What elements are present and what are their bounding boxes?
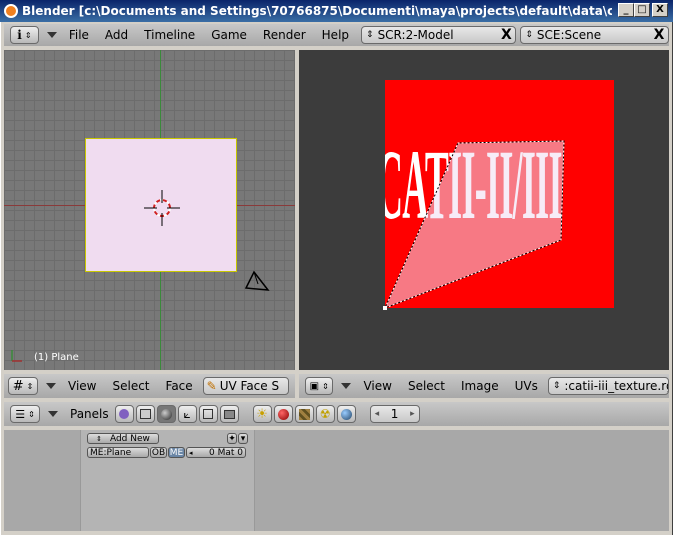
window-title-bar: Blender [c:\Documents and Settings\70766… [0, 0, 673, 22]
screen-name[interactable]: SCR:2-Model [378, 28, 498, 42]
uv-editor-header: ▣ ⇕ View Select Image UVs ⇕ :catii-iii_t… [299, 374, 669, 398]
menu-view[interactable]: View [60, 379, 104, 393]
blender-logo-icon [4, 4, 18, 18]
maximize-button[interactable]: □ [634, 3, 650, 17]
scene-name[interactable]: SCE:Scene [537, 28, 650, 42]
editing-context-icon[interactable] [198, 405, 218, 423]
3d-viewport[interactable]: (1) Plane [4, 50, 295, 370]
menu-help[interactable]: Help [314, 28, 357, 42]
texture-icon[interactable] [294, 405, 314, 423]
scene-selector[interactable]: ⇕ SCE:Scene X [520, 26, 669, 44]
world-icon[interactable] [336, 405, 356, 423]
uv-image-editor[interactable]: CATII-II/III [299, 50, 669, 370]
browse-dropdown-icon[interactable]: ▾ [238, 433, 248, 444]
collapse-menu-icon[interactable] [48, 411, 58, 417]
info-window-type-button[interactable]: i ⇕ [10, 26, 39, 44]
logic-context-icon[interactable] [114, 405, 134, 423]
updown-icon: ⇕ [96, 434, 102, 443]
object-context-icon[interactable]: ⟀ [177, 405, 197, 423]
menu-file[interactable]: File [61, 28, 97, 42]
menu-image[interactable]: Image [453, 379, 507, 393]
close-button[interactable]: X [652, 3, 668, 17]
screen-selector[interactable]: ⇕ SCR:2-Model X [361, 26, 517, 44]
lamp-icon[interactable]: ☀ [252, 405, 272, 423]
me-toggle[interactable]: ME [168, 447, 185, 458]
collapse-menu-icon[interactable] [46, 32, 57, 38]
grid-icon: # [12, 378, 24, 394]
updown-icon: ⇕ [525, 30, 533, 40]
delete-screen-button[interactable]: X [497, 27, 515, 43]
context-buttons: ⟀ [114, 405, 239, 423]
menu-game[interactable]: Game [203, 28, 255, 42]
ob-toggle[interactable]: OB [150, 447, 167, 458]
menu-select[interactable]: Select [104, 379, 157, 393]
menu-view[interactable]: View [355, 379, 399, 393]
mode-selector[interactable]: ✎ UV Face S [202, 377, 289, 395]
buttons-window: ⇕ Add New ✦ ▾ ME:Plane OB ME ◂ 0 Mat 0 [4, 430, 669, 531]
right-window-border [669, 22, 673, 535]
uv-face-overlay[interactable] [299, 50, 669, 370]
decrement-arrow-icon[interactable]: ◂ [189, 449, 193, 457]
frame-value[interactable]: 1 [391, 407, 399, 421]
uv-face-select-icon: ✎ [206, 379, 217, 393]
script-context-icon[interactable] [135, 405, 155, 423]
collapse-menu-icon[interactable] [341, 383, 352, 389]
updown-icon: ⇕ [28, 409, 35, 419]
uv-window-type-button[interactable]: ▣ ⇕ [305, 377, 334, 395]
add-new-button[interactable]: ⇕ Add New [87, 433, 159, 444]
image-name[interactable]: :catii-iii_texture.rgb [564, 379, 668, 393]
updown-icon: ⇕ [26, 381, 34, 391]
updown-icon: ⇕ [322, 381, 329, 391]
buttons-icon: ☰ [15, 407, 26, 421]
menu-face[interactable]: Face [158, 379, 201, 393]
decrement-arrow-icon[interactable]: ◂ [375, 409, 380, 419]
radiosity-icon[interactable]: ☢ [315, 405, 335, 423]
mode-label[interactable]: UV Face S [220, 379, 279, 393]
menu-select[interactable]: Select [400, 379, 453, 393]
mesh-name-field[interactable]: ME:Plane [87, 447, 149, 458]
image-editor-icon: ▣ [309, 380, 320, 392]
material-index-value[interactable]: 0 Mat 0 [209, 448, 243, 458]
collapse-menu-icon[interactable] [46, 383, 56, 389]
axis-gizmo-icon [11, 350, 22, 362]
link-materials-panel: ⇕ Add New ✦ ▾ ME:Plane OB ME ◂ 0 Mat 0 [80, 430, 255, 531]
add-new-label: Add New [109, 433, 150, 444]
menu-add[interactable]: Add [97, 28, 136, 42]
main-header: i ⇕ File Add Timeline Game Render Help ⇕… [4, 24, 669, 46]
window-title: Blender [c:\Documents and Settings\70766… [22, 4, 612, 18]
mesh-link-row: ME:Plane OB ME ◂ 0 Mat 0 [87, 447, 249, 458]
delete-scene-button[interactable]: X [650, 27, 668, 43]
menu-render[interactable]: Render [255, 28, 314, 42]
material-index-field[interactable]: ◂ 0 Mat 0 [186, 447, 246, 458]
updown-icon: ⇕ [552, 381, 561, 391]
left-window-border [0, 22, 4, 535]
material-icon[interactable] [273, 405, 293, 423]
menu-timeline[interactable]: Timeline [136, 28, 203, 42]
increment-arrow-icon[interactable]: ▸ [410, 409, 415, 419]
uv-vertex[interactable] [383, 306, 387, 310]
camera-icon[interactable] [242, 268, 272, 294]
object-label: (1) Plane [34, 352, 79, 363]
buttons-window-type-button[interactable]: ☰ ⇕ [10, 405, 40, 423]
updown-icon: ⇕ [366, 30, 374, 40]
subcontext-buttons: ☀ ☢ [252, 405, 356, 423]
fake-user-icon[interactable]: ✦ [227, 433, 237, 444]
shading-context-icon[interactable] [156, 405, 176, 423]
menu-uvs[interactable]: UVs [507, 379, 546, 393]
scene-context-icon[interactable] [219, 405, 239, 423]
viewport-window-type-button[interactable]: # ⇕ [8, 377, 38, 395]
minimize-button[interactable]: _ [618, 3, 634, 17]
info-icon: i [17, 28, 22, 42]
3d-cursor-icon[interactable] [144, 190, 180, 226]
image-selector[interactable]: ⇕ :catii-iii_texture.rgb [547, 377, 669, 395]
frame-number-field[interactable]: ◂ 1 ▸ [369, 405, 420, 423]
3d-viewport-header: # ⇕ View Select Face ✎ UV Face S [4, 374, 295, 398]
buttons-window-header: ☰ ⇕ Panels ⟀ ☀ ☢ ◂ 1 ▸ [4, 402, 669, 426]
updown-icon: ⇕ [24, 30, 32, 40]
panels-label: Panels [70, 407, 109, 421]
